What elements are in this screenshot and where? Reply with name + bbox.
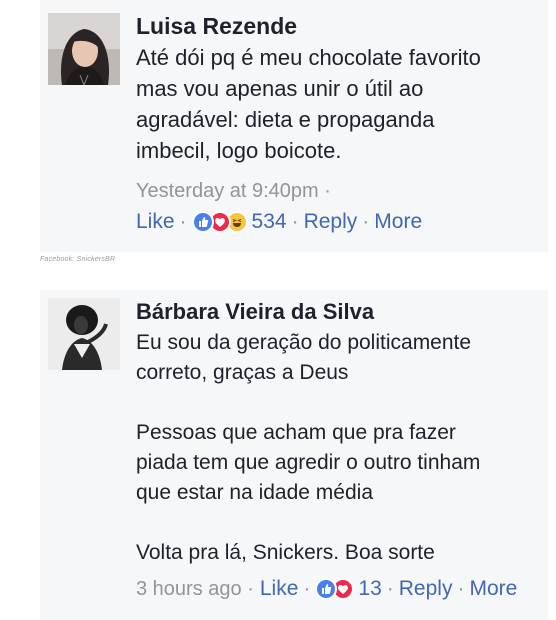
reply-button[interactable]: Reply — [304, 210, 358, 234]
comment-text-line: Até dói pq é meu chocolate favorito — [136, 45, 481, 70]
comment-text-line: imbecil, logo boicote. — [136, 138, 342, 163]
like-icon — [315, 578, 338, 600]
comment-timestamp[interactable]: Yesterday at 9:40pm · — [136, 178, 538, 204]
comment-text-line: correto, graças a Deus — [136, 361, 349, 384]
more-button[interactable]: More — [374, 210, 422, 234]
separator: · — [386, 577, 394, 600]
separator: · — [303, 577, 311, 600]
comment-text-line: Volta pra lá, Snickers. Boa sorte — [136, 541, 435, 564]
comment-author[interactable]: Bárbara Vieira da Silva — [136, 296, 538, 328]
comment-text-line: Eu sou da geração do politicamente — [136, 331, 472, 354]
comment-card: Bárbara Vieira da Silva Eu sou da geraçã… — [40, 290, 548, 620]
separator: · — [179, 210, 187, 233]
comment-actions: 3 hours ago · Like · 13 · Reply · More — [136, 574, 538, 604]
comment-text-line: agradável: dieta e propaganda — [136, 107, 435, 132]
more-button[interactable]: More — [469, 577, 517, 601]
reaction-summary[interactable] — [315, 578, 355, 600]
like-button[interactable]: Like — [136, 210, 175, 234]
like-icon — [191, 211, 214, 233]
reply-button[interactable]: Reply — [399, 577, 453, 601]
reaction-count[interactable]: 534 — [252, 210, 287, 234]
comment-author[interactable]: Luisa Rezende — [136, 10, 538, 42]
comment-actions: Like · 534 · Reply · More — [136, 207, 538, 237]
reaction-summary[interactable] — [191, 211, 248, 233]
separator: · — [291, 210, 299, 233]
separator: · — [457, 577, 465, 600]
comment-card: Luisa Rezende Até dói pq é meu chocolate… — [40, 0, 548, 252]
comment-timestamp[interactable]: 3 hours ago · — [136, 578, 254, 601]
avatar[interactable] — [48, 298, 120, 370]
comment-text-line: Pessoas que acham que pra fazer — [136, 421, 456, 444]
comment-text-line: que estar na idade média — [136, 481, 373, 504]
avatar[interactable] — [48, 13, 120, 85]
like-button[interactable]: Like — [260, 577, 299, 601]
comment-text-line: piada tem que agredir o outro tinham — [136, 451, 481, 474]
separator: · — [362, 210, 370, 233]
reaction-count[interactable]: 13 — [358, 577, 381, 601]
comment-text-line: mas vou apenas unir o útil ao — [136, 76, 424, 101]
image-caption: Facebook: SnickersBR — [40, 256, 116, 263]
